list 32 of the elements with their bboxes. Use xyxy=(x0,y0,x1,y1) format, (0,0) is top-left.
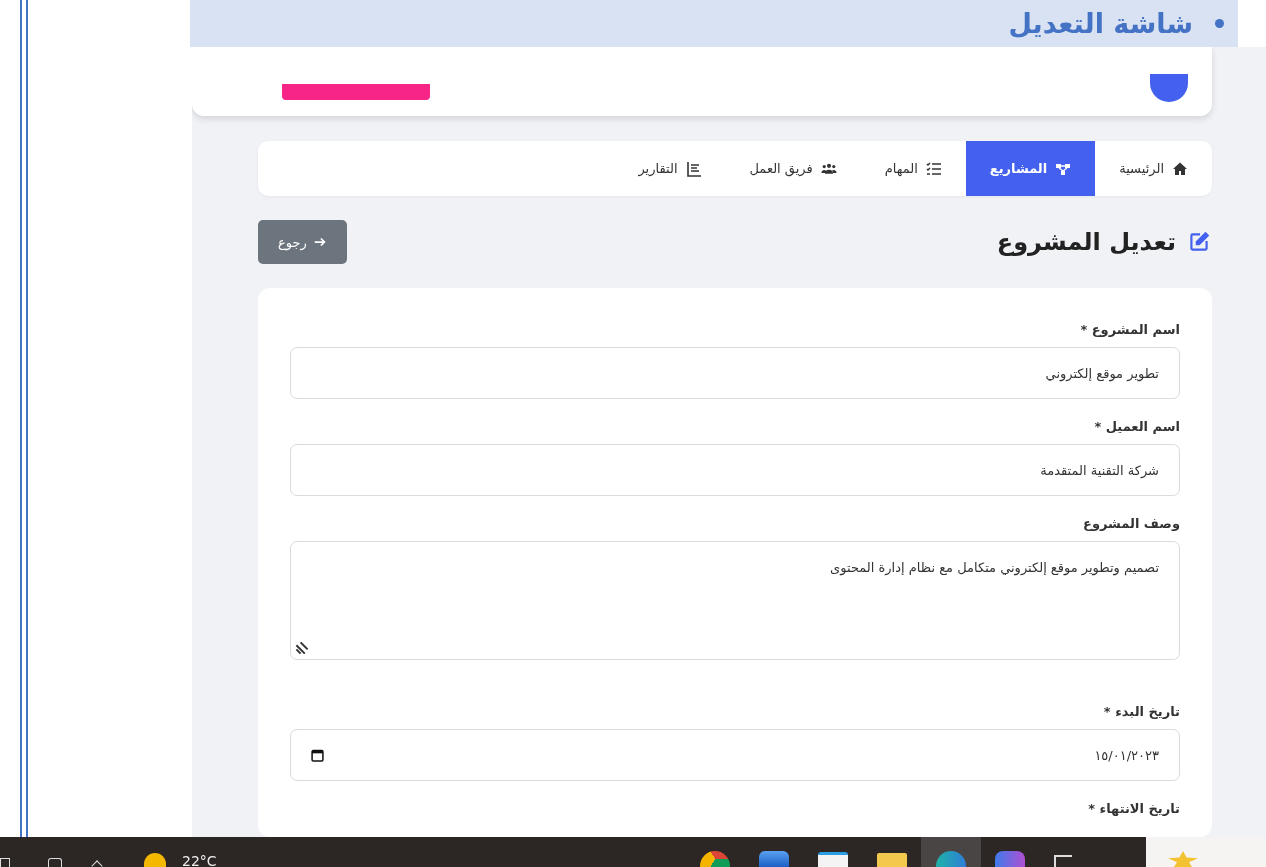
document-heading: شاشة التعديل xyxy=(1008,8,1193,39)
sun-icon[interactable] xyxy=(144,853,166,867)
home-icon xyxy=(1172,160,1188,177)
input-field[interactable]: شركة التقنية المتقدمة xyxy=(290,444,1180,496)
taskbar-app[interactable] xyxy=(921,837,981,867)
bullet-icon xyxy=(1215,19,1224,28)
resize-handle-icon[interactable] xyxy=(295,641,309,655)
list-icon xyxy=(685,160,702,177)
weather-temperature: 22°C xyxy=(182,853,217,867)
back-button[interactable]: رجوع xyxy=(258,220,347,264)
field-label: اسم العميل * xyxy=(1093,419,1180,434)
nav-tab[interactable]: الرئيسية xyxy=(1095,141,1212,196)
nav-tab[interactable]: المشاريع xyxy=(965,141,1096,196)
input-field[interactable]: تطوير موقع إلكتروني xyxy=(290,347,1180,399)
field-label: اسم المشروع * xyxy=(1079,322,1180,337)
calendar-icon[interactable] xyxy=(311,748,324,762)
arrow-icon xyxy=(312,235,327,249)
page-title: تعديل المشروع xyxy=(996,228,1176,256)
task-list-icon xyxy=(925,160,942,177)
nav-tab[interactable]: المهام xyxy=(860,141,966,196)
date-field[interactable]: ١٥/٠١/٢٠٢٣ xyxy=(290,729,1180,781)
store-icon[interactable] xyxy=(818,852,848,867)
window-icon[interactable] xyxy=(48,858,62,867)
browser-icon[interactable] xyxy=(700,851,730,867)
field-label: تاريخ البدء * xyxy=(1102,704,1180,719)
avatar-icon xyxy=(1150,74,1188,102)
task-view-icon[interactable] xyxy=(0,858,10,867)
nav-tab[interactable]: فريق العمل xyxy=(725,141,861,196)
nav-tab[interactable]: التقارير xyxy=(614,141,726,196)
text-area[interactable]: تصميم وتطوير موقع إلكتروني متكامل مع نظام إدارة المحتوى xyxy=(290,541,1180,660)
field-label: وصف المشروع xyxy=(1082,516,1180,531)
field-label: تاريخ الانتهاء * xyxy=(1087,801,1180,816)
